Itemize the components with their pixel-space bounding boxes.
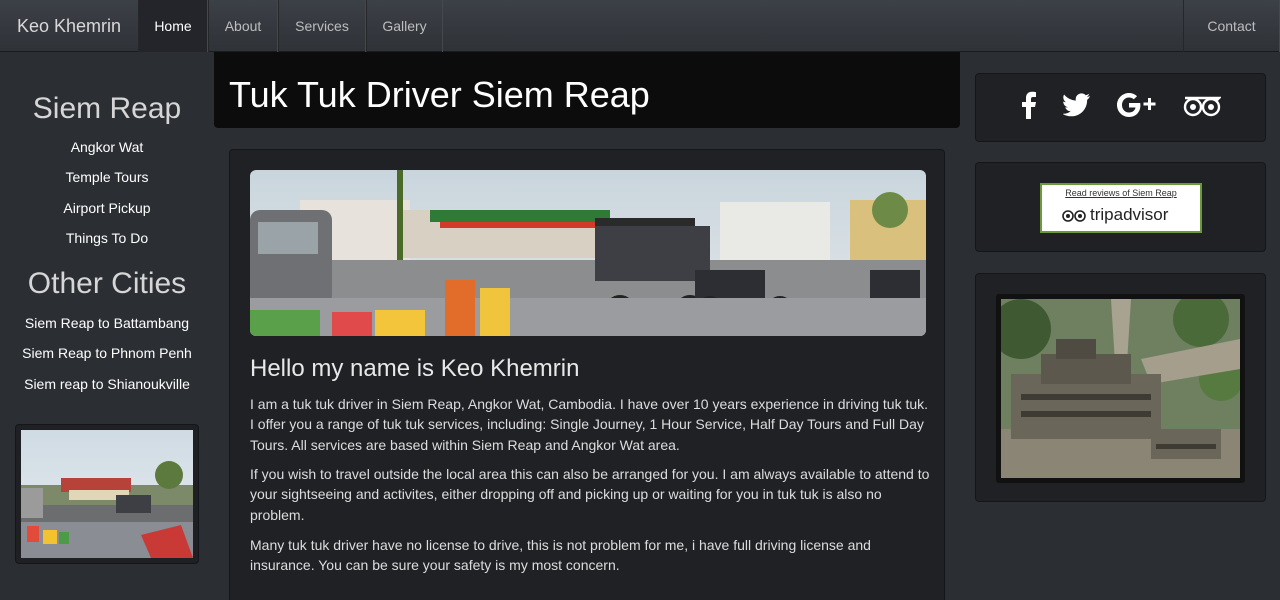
tripadvisor-logo: tripadvisor <box>1062 205 1168 225</box>
tripadvisor-owl-icon <box>1062 210 1086 222</box>
facebook-icon[interactable] <box>1021 91 1037 124</box>
sidebar-link-temple-tours[interactable]: Temple Tours <box>0 169 214 185</box>
nav-contact[interactable]: Contact <box>1183 0 1280 52</box>
travel-paragraph: If you wish to travel outside the local … <box>250 466 930 523</box>
temple-photo-panel <box>975 273 1266 502</box>
top-navbar: Keo Khemrin Home About Services Gallery … <box>0 0 1280 52</box>
license-paragraph: Many tuk tuk driver have no license to d… <box>250 537 871 574</box>
twitter-icon[interactable] <box>1061 93 1091 122</box>
hero-photo <box>250 170 926 336</box>
tripadvisor-badge[interactable]: Read reviews of Siem Reap tripadvisor <box>1040 183 1202 233</box>
page-title-bar: Tuk Tuk Driver Siem Reap <box>214 52 960 128</box>
temple-photo <box>991 291 1245 483</box>
sidebar-link-airport-pickup[interactable]: Airport Pickup <box>0 200 214 216</box>
sidebar-link-battambang[interactable]: Siem Reap to Battambang <box>0 315 214 331</box>
google-plus-icon[interactable] <box>1116 92 1157 123</box>
brand-link[interactable]: Keo Khemrin <box>0 0 138 52</box>
street-photo-image <box>21 430 193 558</box>
sidebar-street-photo <box>15 424 199 564</box>
other-cities-heading: Other Cities <box>27 267 187 300</box>
intro-paragraph: I am a tuk tuk driver in Siem Reap, Angk… <box>250 396 929 453</box>
sidebar-link-things-to-do[interactable]: Things To Do <box>0 230 214 246</box>
nav-gallery[interactable]: Gallery <box>366 0 443 52</box>
tripadvisor-icon[interactable] <box>1183 93 1222 122</box>
hero-tuk-tuk-image <box>250 170 926 336</box>
tripadvisor-panel: Read reviews of Siem Reap tripadvisor <box>975 162 1266 252</box>
nav-home[interactable]: Home <box>138 0 208 52</box>
tripadvisor-logo-text: tripadvisor <box>1090 205 1169 224</box>
page-title: Tuk Tuk Driver Siem Reap <box>229 74 650 115</box>
sidebar-link-phnom-penh[interactable]: Siem Reap to Phnom Penh <box>0 345 214 361</box>
nav-services[interactable]: Services <box>278 0 366 52</box>
angkor-temple-image <box>991 291 1243 478</box>
sidebar-link-shianoukville[interactable]: Siem reap to Shianoukville <box>0 376 214 392</box>
siem-reap-heading: Siem Reap <box>32 92 182 125</box>
sidebar-link-angkor-wat[interactable]: Angkor Wat <box>0 139 214 155</box>
main-heading: Hello my name is Keo Khemrin <box>250 355 580 382</box>
social-links-panel <box>975 73 1266 142</box>
tripadvisor-read-link[interactable]: Read reviews of Siem Reap <box>1042 188 1200 198</box>
main-content-panel: Hello my name is Keo Khemrin I am a tuk … <box>229 149 945 600</box>
nav-about[interactable]: About <box>208 0 278 52</box>
